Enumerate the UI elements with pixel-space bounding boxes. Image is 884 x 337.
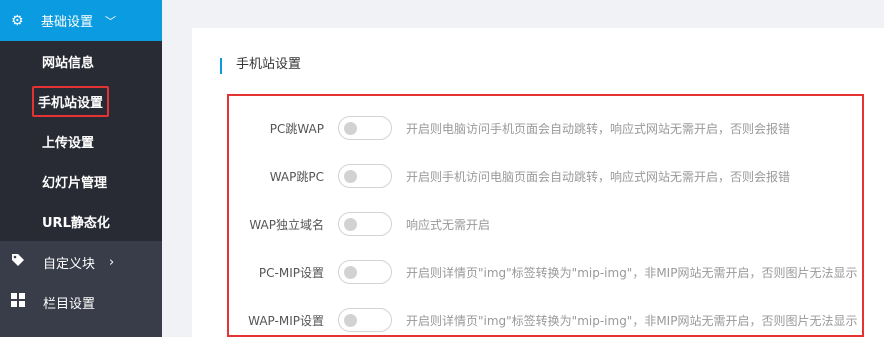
setting-row-pc-to-wap: PC跳WAP 开启则电脑访问手机页面会自动跳转，响应式网站无需开启，否则会报错 [192, 113, 884, 143]
wap-mip-toggle[interactable] [338, 308, 392, 332]
sidebar-item-label: 上传设置 [42, 135, 95, 151]
setting-label: PC跳WAP [269, 121, 324, 136]
chevron-right-icon: › [109, 254, 115, 270]
sidebar-item-site-info[interactable]: 网站信息 [0, 41, 162, 81]
setting-label: WAP独立域名 [249, 217, 324, 232]
setting-hint: 开启则手机访问电脑页面会自动跳转，响应式网站无需开启，否则会报错 [406, 169, 791, 184]
pc-mip-toggle[interactable] [338, 260, 392, 284]
wap-to-pc-toggle[interactable] [338, 164, 392, 188]
menu-custom-blocks-label: 自定义块 [43, 256, 96, 272]
setting-row-wap-to-pc: WAP跳PC 开启则手机访问电脑页面会自动跳转，响应式网站无需开启，否则会报错 [192, 161, 884, 191]
toggle-knob [344, 170, 357, 183]
toggle-knob [344, 266, 357, 279]
page-title: 手机站设置 [220, 57, 302, 74]
menu-basic-settings-label: 基础设置 [41, 15, 94, 30]
toggle-knob [344, 122, 357, 135]
setting-label: PC-MIP设置 [258, 265, 324, 280]
menu-basic-settings[interactable]: ⚙ 基础设置 ﹀ [0, 0, 162, 41]
sidebar-item-label: URL静态化 [42, 215, 110, 231]
menu-custom-blocks[interactable]: 自定义块 › [0, 242, 162, 282]
gear-icon: ⚙ [11, 12, 24, 29]
sidebar: ⚙ 基础设置 ﹀ 网站信息 手机站设置 上传设置 幻灯片管理 URL静态化 自定… [0, 0, 162, 337]
toggle-knob [344, 314, 357, 327]
chevron-down-icon: ﹀ [105, 14, 117, 28]
sidebar-item-label: 网站信息 [42, 55, 95, 71]
sidebar-item-url-static[interactable]: URL静态化 [0, 201, 162, 241]
setting-row-wap-domain: WAP独立域名 响应式无需开启 [192, 209, 884, 239]
wap-domain-toggle[interactable] [338, 212, 392, 236]
setting-hint: 开启则详情页"img"标签转换为"mip-img"，非MIP网站无需开启，否则图… [406, 313, 858, 328]
settings-panel: 手机站设置 PC跳WAP 开启则电脑访问手机页面会自动跳转，响应式网站无需开启，… [192, 28, 884, 337]
sidebar-item-upload-settings[interactable]: 上传设置 [0, 121, 162, 161]
submenu: 网站信息 手机站设置 上传设置 幻灯片管理 URL静态化 [0, 41, 162, 241]
toggle-knob [344, 218, 357, 231]
menu-column-settings-label: 栏目设置 [43, 296, 96, 312]
setting-hint: 开启则电脑访问手机页面会自动跳转，响应式网站无需开启，否则会报错 [406, 121, 791, 136]
menu-column-settings[interactable]: 栏目设置 [0, 282, 162, 322]
setting-hint: 响应式无需开启 [406, 217, 491, 232]
tag-icon [11, 253, 27, 271]
sidebar-item-mobile-settings[interactable]: 手机站设置 [0, 81, 162, 121]
setting-hint: 开启则详情页"img"标签转换为"mip-img"，非MIP网站无需开启，否则图… [406, 265, 858, 280]
setting-label: WAP-MIP设置 [248, 313, 324, 328]
sidebar-item-label: 手机站设置 [32, 85, 110, 117]
page-title-text: 手机站设置 [236, 57, 302, 72]
setting-row-pc-mip: PC-MIP设置 开启则详情页"img"标签转换为"mip-img"，非MIP网… [192, 257, 884, 287]
setting-row-wap-mip: WAP-MIP设置 开启则详情页"img"标签转换为"mip-img"，非MIP… [192, 305, 884, 335]
grid-icon [11, 293, 27, 311]
pc-to-wap-toggle[interactable] [338, 116, 392, 140]
setting-label: WAP跳PC [269, 169, 324, 184]
sidebar-item-slideshow[interactable]: 幻灯片管理 [0, 161, 162, 201]
sidebar-item-label: 幻灯片管理 [42, 175, 108, 191]
